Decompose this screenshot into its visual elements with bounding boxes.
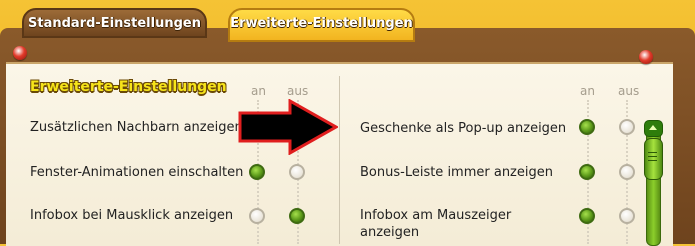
column-header-on: an xyxy=(251,84,266,98)
radio-on[interactable] xyxy=(249,164,265,180)
column-header-off: aus xyxy=(287,84,309,98)
option-label: Zusätzlichen Nachbarn anzeigen xyxy=(30,120,243,135)
radio-on[interactable] xyxy=(579,119,595,135)
grip-line xyxy=(648,156,657,157)
section-title: Erweiterte-Einstellungen xyxy=(30,79,227,95)
option-label: Bonus-Leiste immer anzeigen xyxy=(360,165,553,180)
tab-advanced-settings[interactable]: Erweiterte-Einstellungen xyxy=(228,8,415,42)
pin-icon xyxy=(13,46,27,60)
annotation-arrow-icon xyxy=(238,99,338,155)
option-label: Infobox am Mauszeiger anzeigen xyxy=(360,207,511,241)
column-divider xyxy=(339,76,340,244)
radio-off[interactable] xyxy=(289,208,305,224)
option-label: Infobox bei Mausklick anzeigen xyxy=(30,208,234,223)
radio-off[interactable] xyxy=(619,208,635,224)
column-header-on: an xyxy=(580,84,595,98)
radio-off[interactable] xyxy=(289,164,305,180)
column-header-off: aus xyxy=(618,84,640,98)
radio-off[interactable] xyxy=(619,164,635,180)
radio-off[interactable] xyxy=(619,119,635,135)
tab-standard-settings[interactable]: Standard-Einstellungen xyxy=(22,8,207,38)
pin-icon xyxy=(639,50,653,64)
option-label-line: anzeigen xyxy=(360,225,420,240)
radio-on[interactable] xyxy=(579,164,595,180)
grip-line xyxy=(648,152,657,153)
option-label-line: Infobox am Mauszeiger xyxy=(360,208,512,223)
radio-on[interactable] xyxy=(249,208,265,224)
grip-line xyxy=(648,160,657,161)
option-label: Fenster-Animationen einschalten xyxy=(30,165,244,180)
option-label: Geschenke als Pop-up anzeigen xyxy=(360,121,567,136)
scroll-up-button[interactable] xyxy=(644,120,663,137)
scrollbar-thumb[interactable] xyxy=(644,138,663,180)
radio-on[interactable] xyxy=(579,208,595,224)
